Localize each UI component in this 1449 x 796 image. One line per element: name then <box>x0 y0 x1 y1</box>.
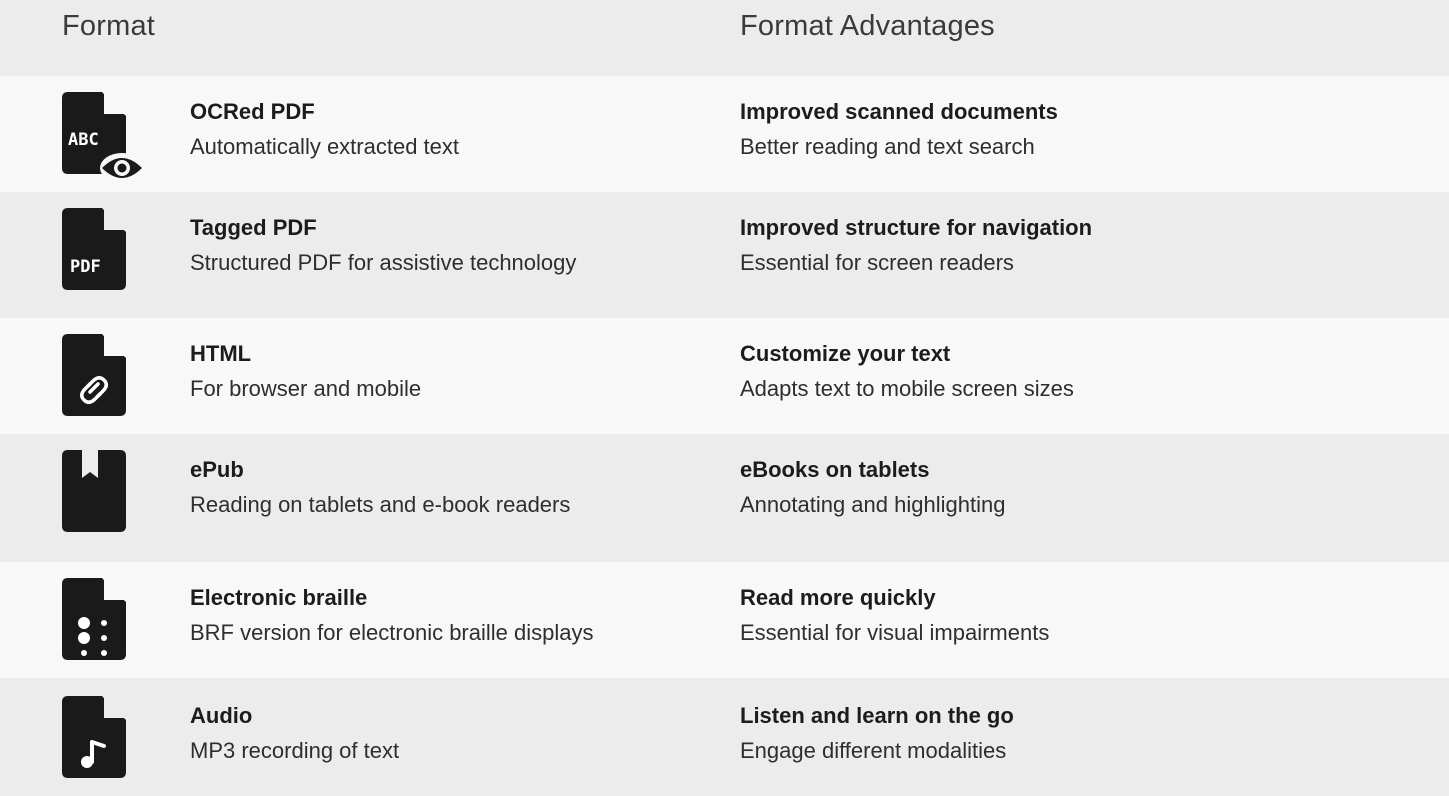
advantage-description: Annotating and highlighting <box>740 492 1006 517</box>
format-description: Structured PDF for assistive technology <box>190 250 577 275</box>
svg-text:ABC: ABC <box>68 130 99 150</box>
advantage-title: Customize your text <box>740 341 951 366</box>
format-description: Reading on tablets and e-book readers <box>190 492 571 517</box>
format-name: Audio <box>190 703 253 728</box>
table-header: Format Format Advantages <box>0 0 1449 61</box>
advantage-description: Adapts text to mobile screen sizes <box>740 376 1074 401</box>
advantage-title: Improved structure for navigation <box>740 215 1093 240</box>
column-header-format: Format <box>62 10 156 42</box>
format-name: Tagged PDF <box>190 215 317 240</box>
table-row: HTML For browser and mobile Customize yo… <box>0 318 1449 434</box>
table-row: ePub Reading on tablets and e-book reade… <box>0 434 1449 550</box>
file-braille-icon <box>62 578 128 660</box>
column-header-advantages: Format Advantages <box>740 10 995 42</box>
advantage-description: Engage different modalities <box>740 738 1007 763</box>
file-pdf-icon: PDF <box>62 208 128 290</box>
advantage-description: Better reading and text search <box>740 134 1035 159</box>
advantage-title: Listen and learn on the go <box>740 703 1014 728</box>
table-row: PDF Tagged PDF Structured PDF for assist… <box>0 192 1449 308</box>
file-ocr-icon: ABC <box>62 92 144 183</box>
svg-text:PDF: PDF <box>70 257 101 277</box>
advantage-title: Read more quickly <box>740 585 936 610</box>
advantage-description: Essential for visual impairments <box>740 620 1050 645</box>
format-name: Electronic braille <box>190 585 368 610</box>
advantage-title: Improved scanned documents <box>740 99 1058 124</box>
format-description: For browser and mobile <box>190 376 422 401</box>
format-description: Automatically extracted text <box>190 134 460 159</box>
table-row: Electronic braille BRF version for elect… <box>0 562 1449 678</box>
file-link-icon <box>62 334 128 416</box>
table-row: ABC OCRed PDF Automatically extracted te… <box>0 76 1449 192</box>
table-row: Audio MP3 recording of text Listen and l… <box>0 680 1449 796</box>
advantage-description: Essential for screen readers <box>740 250 1014 275</box>
advantage-title: eBooks on tablets <box>740 457 930 482</box>
format-name: OCRed PDF <box>190 99 315 124</box>
format-name: HTML <box>190 341 252 366</box>
format-description: BRF version for electronic braille displ… <box>190 620 594 645</box>
bookmark-icon <box>62 450 128 532</box>
file-audio-icon <box>62 696 128 778</box>
format-description: MP3 recording of text <box>190 738 400 763</box>
format-name: ePub <box>190 457 244 482</box>
